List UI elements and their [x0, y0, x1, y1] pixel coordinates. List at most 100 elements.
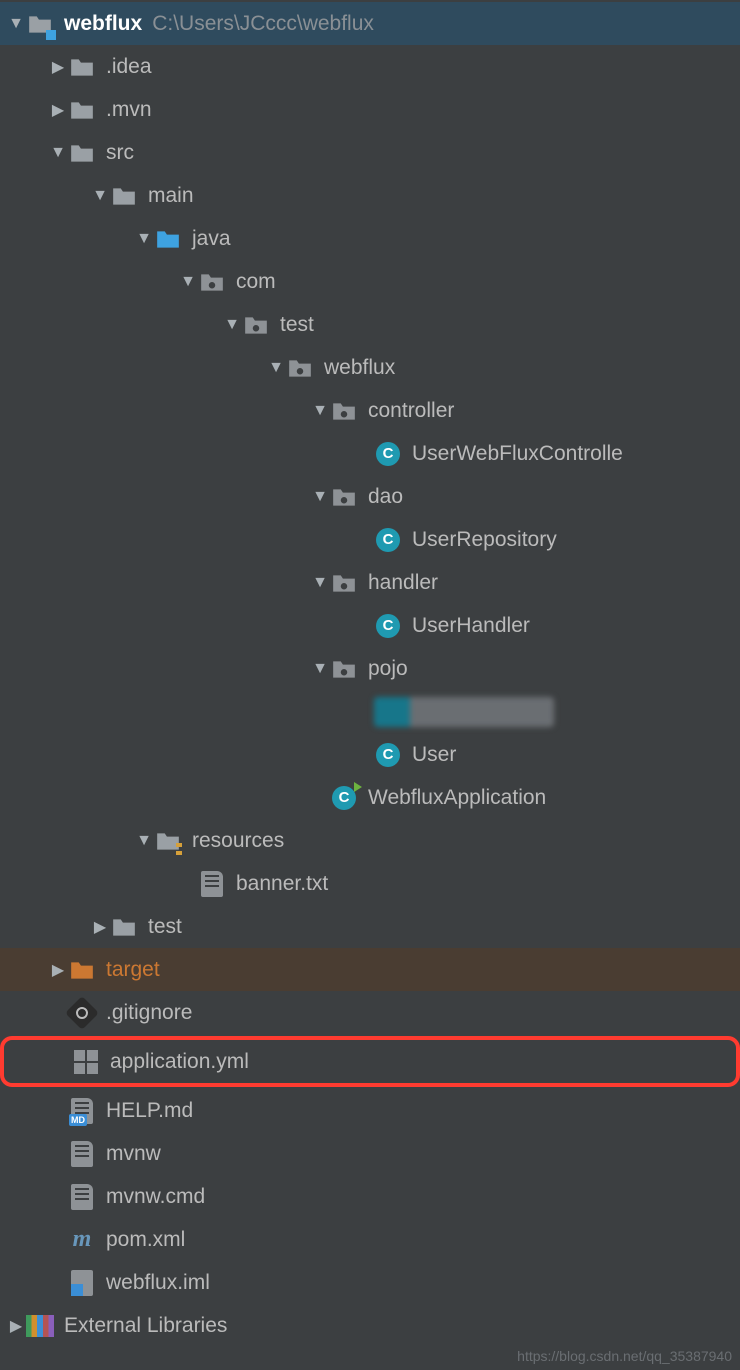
chevron-down-icon[interactable]: ▼ [134, 832, 154, 850]
file-icon [68, 1140, 96, 1168]
project-root-path: C:\Users\JCccc\webflux [152, 12, 374, 36]
package-icon [242, 311, 270, 339]
gitignore-icon [68, 999, 96, 1027]
tree-item-label: pojo [368, 657, 408, 681]
tree-item-external-libraries[interactable]: ▶ External Libraries [0, 1304, 740, 1347]
tree-item-label: application.yml [110, 1050, 249, 1074]
project-root-label: webflux [64, 12, 142, 36]
chevron-down-icon[interactable]: ▼ [48, 144, 68, 162]
tree-item-userhandler[interactable]: ▶ C UserHandler [0, 604, 740, 647]
tree-item-pojo[interactable]: ▼ pojo [0, 647, 740, 690]
markdown-file-icon: MD [68, 1097, 96, 1125]
tree-item-label: dao [368, 485, 403, 509]
tree-item-label: HELP.md [106, 1099, 193, 1123]
chevron-right-icon[interactable]: ▶ [90, 917, 110, 937]
tree-item-pomxml[interactable]: ▶ m pom.xml [0, 1218, 740, 1261]
chevron-down-icon[interactable]: ▼ [310, 574, 330, 592]
class-icon: C [374, 741, 402, 769]
chevron-down-icon[interactable]: ▼ [134, 230, 154, 248]
tree-item-applicationyml[interactable]: ▶ application.yml [0, 1036, 740, 1087]
chevron-down-icon[interactable]: ▼ [310, 402, 330, 420]
source-folder-icon [154, 225, 182, 253]
tree-item-label: UserHandler [412, 614, 530, 638]
tree-item-java[interactable]: ▼ java [0, 217, 740, 260]
package-icon [198, 268, 226, 296]
tree-item-label: banner.txt [236, 872, 328, 896]
tree-item-label: mvnw [106, 1142, 161, 1166]
tree-item-mvnwcmd[interactable]: ▶ mvnw.cmd [0, 1175, 740, 1218]
tree-item-controller[interactable]: ▼ controller [0, 389, 740, 432]
folder-icon [68, 96, 96, 124]
package-icon [330, 655, 358, 683]
main-class-icon: C [330, 784, 358, 812]
chevron-right-icon[interactable]: ▶ [6, 1316, 26, 1336]
tree-item-label: External Libraries [64, 1314, 227, 1338]
tree-item-target[interactable]: ▶ target [0, 948, 740, 991]
class-icon: C [374, 526, 402, 554]
chevron-down-icon[interactable]: ▼ [222, 316, 242, 334]
tree-item-label: pom.xml [106, 1228, 185, 1252]
tree-item-userrepository[interactable]: ▶ C UserRepository [0, 518, 740, 561]
tree-item-user[interactable]: ▶ C User [0, 733, 740, 776]
tree-item-label: test [148, 915, 182, 939]
tree-item-label: WebfluxApplication [368, 786, 546, 810]
tree-item-src[interactable]: ▼ src [0, 131, 740, 174]
excluded-folder-icon [68, 956, 96, 984]
tree-item-resources[interactable]: ▼ resources [0, 819, 740, 862]
tree-item-webflux-pkg[interactable]: ▼ webflux [0, 346, 740, 389]
tree-item-mvnw[interactable]: ▶ mvnw [0, 1132, 740, 1175]
tree-item-test-dir[interactable]: ▶ test [0, 905, 740, 948]
chevron-down-icon[interactable]: ▼ [178, 273, 198, 291]
folder-icon [68, 139, 96, 167]
project-tree: ▼ webflux C:\Users\JCccc\webflux ▶ .idea… [0, 0, 740, 1347]
tree-item-com[interactable]: ▼ com [0, 260, 740, 303]
chevron-down-icon[interactable]: ▼ [90, 187, 110, 205]
package-icon [286, 354, 314, 382]
chevron-down-icon[interactable]: ▼ [310, 660, 330, 678]
tree-item-label: UserWebFluxControlle [412, 442, 623, 466]
tree-item-label: webflux.iml [106, 1271, 210, 1295]
tree-item-label: main [148, 184, 194, 208]
resources-folder-icon [154, 827, 182, 855]
tree-item-dao[interactable]: ▼ dao [0, 475, 740, 518]
tree-item-label: .mvn [106, 98, 152, 122]
tree-item-label: target [106, 958, 160, 982]
maven-file-icon: m [68, 1226, 96, 1254]
module-folder-icon [26, 10, 54, 38]
tree-item-label: webflux [324, 356, 395, 380]
tree-item-handler[interactable]: ▼ handler [0, 561, 740, 604]
class-icon: C [374, 440, 402, 468]
tree-item-redacted[interactable]: ▶ [0, 690, 740, 733]
tree-item-webfluxapplication[interactable]: ▶ C WebfluxApplication [0, 776, 740, 819]
tree-item-label: java [192, 227, 231, 251]
package-icon [330, 397, 358, 425]
chevron-right-icon[interactable]: ▶ [48, 960, 68, 980]
tree-item-webfluximl[interactable]: ▶ webflux.iml [0, 1261, 740, 1304]
tree-item-test-pkg[interactable]: ▼ test [0, 303, 740, 346]
tree-item-root[interactable]: ▼ webflux C:\Users\JCccc\webflux [0, 2, 740, 45]
class-icon: C [374, 612, 402, 640]
tree-item-idea[interactable]: ▶ .idea [0, 45, 740, 88]
tree-item-label: test [280, 313, 314, 337]
tree-item-label: User [412, 743, 456, 767]
tree-item-gitignore[interactable]: ▶ .gitignore [0, 991, 740, 1034]
tree-item-label: resources [192, 829, 284, 853]
tree-item-label: mvnw.cmd [106, 1185, 205, 1209]
chevron-right-icon[interactable]: ▶ [48, 57, 68, 77]
tree-item-label: controller [368, 399, 454, 423]
tree-item-main[interactable]: ▼ main [0, 174, 740, 217]
package-icon [330, 569, 358, 597]
chevron-right-icon[interactable]: ▶ [48, 100, 68, 120]
libraries-icon [26, 1312, 54, 1340]
tree-item-helpmd[interactable]: ▶ MD HELP.md [0, 1089, 740, 1132]
tree-item-mvn[interactable]: ▶ .mvn [0, 88, 740, 131]
chevron-down-icon[interactable]: ▼ [266, 359, 286, 377]
module-file-icon [68, 1269, 96, 1297]
tree-item-userwebfluxcontroller[interactable]: ▶ C UserWebFluxControlle [0, 432, 740, 475]
watermark-text: https://blog.csdn.net/qq_35387940 [517, 1348, 732, 1364]
tree-item-banner[interactable]: ▶ banner.txt [0, 862, 740, 905]
chevron-down-icon[interactable]: ▼ [310, 488, 330, 506]
folder-icon [68, 53, 96, 81]
tree-item-label: src [106, 141, 134, 165]
chevron-down-icon[interactable]: ▼ [6, 15, 26, 33]
